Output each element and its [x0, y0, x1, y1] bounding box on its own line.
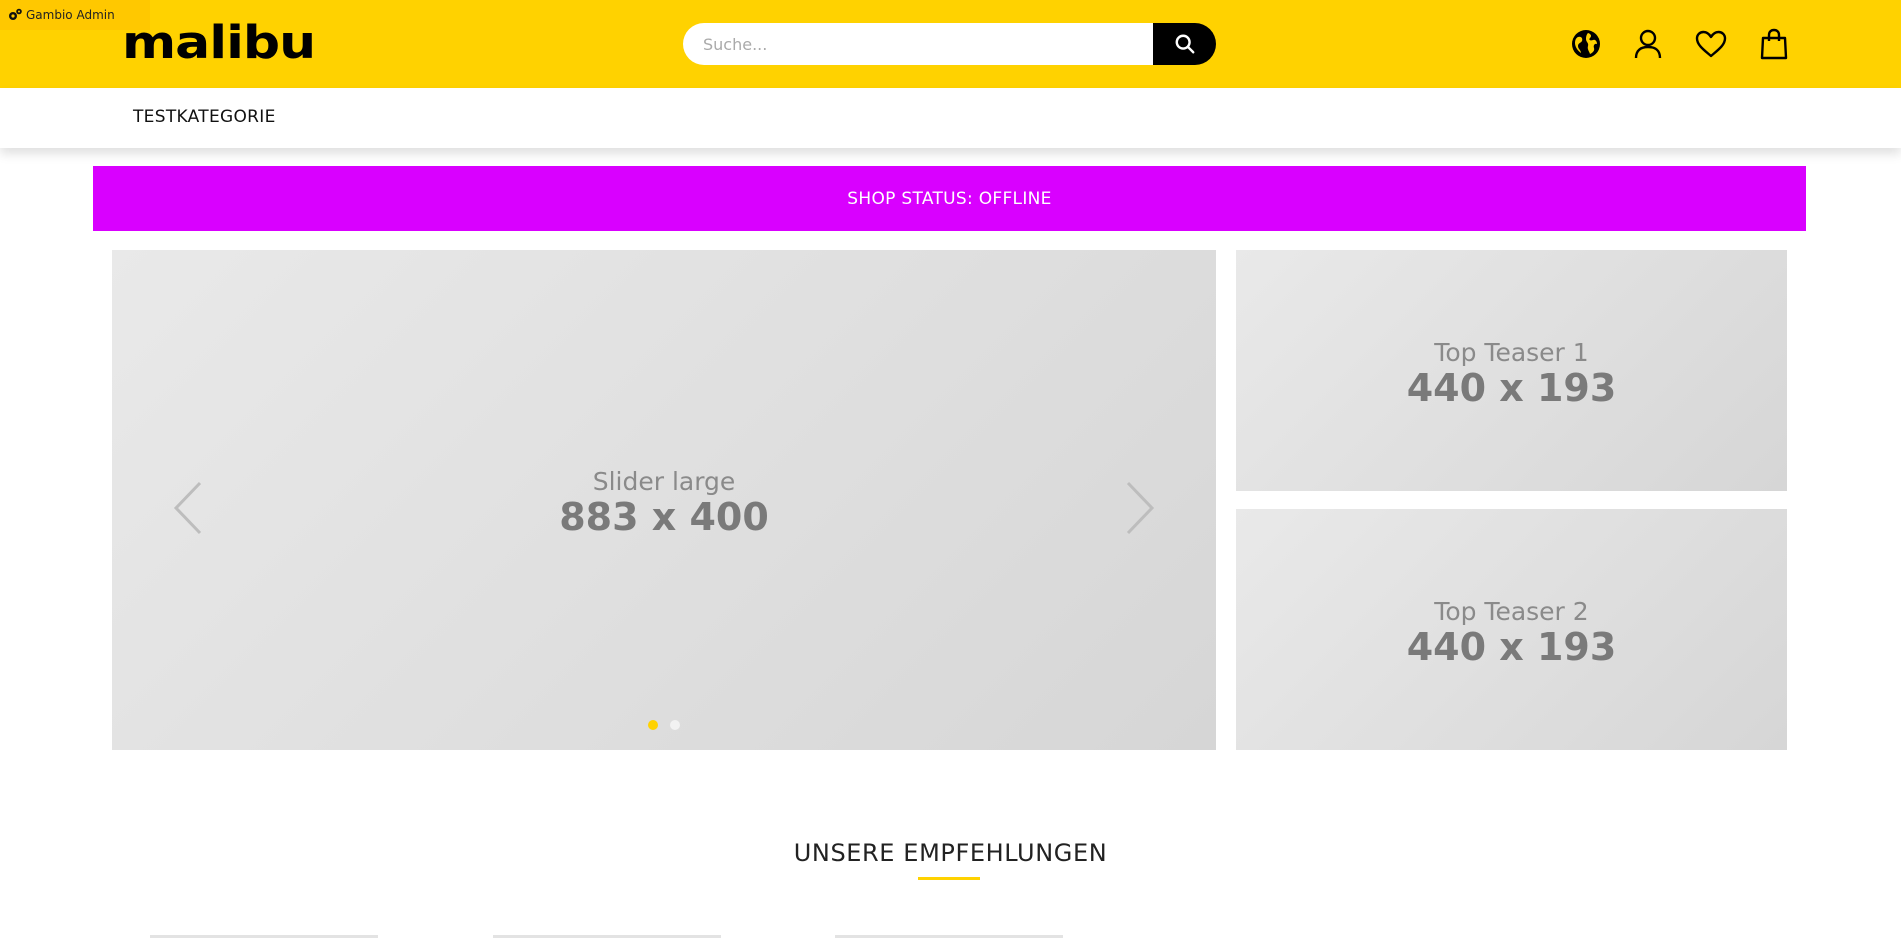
- teaser-title: Top Teaser 2: [1434, 597, 1589, 626]
- admin-label: Gambio Admin: [26, 8, 115, 22]
- chevron-right-icon: [1126, 481, 1155, 535]
- wishlist-button[interactable]: [1691, 24, 1731, 64]
- slider-dot[interactable]: [648, 720, 658, 730]
- search-input[interactable]: [683, 23, 1155, 65]
- shop-status-banner: SHOP STATUS: OFFLINE: [93, 166, 1806, 231]
- language-button[interactable]: [1566, 24, 1606, 64]
- main-nav: TESTKATEGORIE: [0, 88, 1901, 148]
- slider-size: 883 x 400: [559, 495, 769, 539]
- teaser-title: Top Teaser 1: [1434, 338, 1589, 367]
- nav-item-testkategorie[interactable]: TESTKATEGORIE: [133, 107, 276, 127]
- search-form: [683, 23, 1216, 65]
- hero-slider[interactable]: Slider large 883 x 400: [112, 250, 1216, 750]
- slider-pagination: [648, 720, 680, 730]
- header-bar: malibu: [0, 0, 1901, 88]
- search-icon: [1175, 34, 1194, 54]
- cart-button[interactable]: [1754, 24, 1794, 64]
- shopping-bag-icon: [1760, 28, 1788, 60]
- slider-prev-button[interactable]: [168, 478, 208, 538]
- gears-icon: [9, 8, 22, 20]
- shop-logo[interactable]: malibu: [122, 20, 316, 66]
- shop-status-text: SHOP STATUS: OFFLINE: [847, 188, 1052, 209]
- slider-dot[interactable]: [670, 720, 680, 730]
- slider-title: Slider large: [592, 467, 736, 496]
- account-button[interactable]: [1628, 24, 1668, 64]
- admin-bar[interactable]: Gambio Admin: [0, 0, 150, 30]
- top-teaser-2[interactable]: Top Teaser 2 440 x 193: [1236, 509, 1787, 750]
- section-underline: [918, 877, 980, 880]
- teaser-size: 440 x 193: [1406, 625, 1617, 669]
- slider-next-button[interactable]: [1120, 478, 1160, 538]
- top-teaser-1[interactable]: Top Teaser 1 440 x 193: [1236, 250, 1787, 491]
- globe-icon: [1572, 30, 1600, 58]
- teaser-size: 440 x 193: [1406, 366, 1617, 410]
- user-icon: [1634, 29, 1662, 59]
- section-title: UNSERE EMPFEHLUNGEN: [793, 839, 1108, 867]
- search-button[interactable]: [1153, 23, 1216, 65]
- chevron-left-icon: [173, 481, 202, 535]
- heart-icon: [1695, 30, 1727, 58]
